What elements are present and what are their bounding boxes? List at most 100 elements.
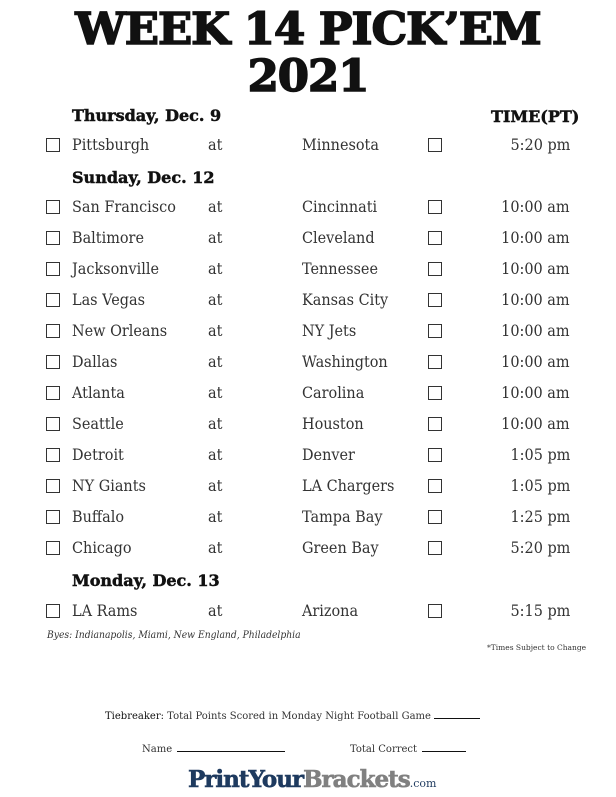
logo-part-printyour: PrintYour	[188, 766, 305, 794]
away-pick-checkbox[interactable]	[46, 604, 60, 618]
away-team: Pittsburgh	[72, 136, 150, 154]
home-team: Denver	[302, 446, 355, 464]
home-pick-checkbox[interactable]	[428, 541, 442, 555]
away-pick-checkbox[interactable]	[46, 386, 60, 400]
at-label: at	[208, 198, 223, 216]
game-row: Jacksonville at Tennessee 10:00 am	[0, 259, 616, 281]
home-pick-checkbox[interactable]	[428, 510, 442, 524]
tiebreaker-text: Total Points Scored in Monday Night Foot…	[167, 711, 431, 722]
at-label: at	[208, 539, 223, 557]
away-pick-checkbox[interactable]	[46, 479, 60, 493]
away-team: Chicago	[72, 539, 132, 557]
home-team: NY Jets	[302, 322, 357, 340]
away-pick-checkbox[interactable]	[46, 262, 60, 276]
game-row: Detroit at Denver 1:05 pm	[0, 445, 616, 467]
total-correct-label: Total Correct	[350, 744, 418, 755]
at-label: at	[208, 508, 223, 526]
game-row: San Francisco at Cincinnati 10:00 am	[0, 197, 616, 219]
game-time: 10:00 am	[501, 415, 570, 433]
at-label: at	[208, 322, 223, 340]
site-logo[interactable]: PrintYourBrackets.com	[188, 766, 437, 794]
home-team: Arizona	[302, 602, 359, 620]
home-pick-checkbox[interactable]	[428, 231, 442, 245]
game-time: 10:00 am	[501, 229, 570, 247]
away-team: Jacksonville	[72, 260, 160, 278]
game-row: Pittsburgh at Minnesota 5:20 pm	[0, 135, 616, 157]
home-pick-checkbox[interactable]	[428, 262, 442, 276]
game-row: NY Giants at LA Chargers 1:05 pm	[0, 476, 616, 498]
game-row: Chicago at Green Bay 5:20 pm	[0, 538, 616, 560]
away-pick-checkbox[interactable]	[46, 138, 60, 152]
home-pick-checkbox[interactable]	[428, 324, 442, 338]
away-pick-checkbox[interactable]	[46, 231, 60, 245]
name-input[interactable]	[177, 741, 286, 752]
game-time: 10:00 am	[501, 353, 570, 371]
tiebreaker-label: Tiebreaker:	[105, 711, 164, 722]
away-pick-checkbox[interactable]	[46, 324, 60, 338]
game-time: 10:00 am	[501, 322, 570, 340]
page-title-line-1: WEEK 14 PICK’EM	[75, 4, 543, 55]
away-team: NY Giants	[72, 477, 146, 495]
tiebreaker-input[interactable]	[433, 708, 480, 719]
logo-part-com: .com	[409, 777, 437, 790]
home-pick-checkbox[interactable]	[428, 448, 442, 462]
away-team: Buffalo	[72, 508, 125, 526]
at-label: at	[208, 415, 223, 433]
home-team: Cincinnati	[302, 198, 378, 216]
home-team: LA Chargers	[302, 477, 395, 495]
away-pick-checkbox[interactable]	[46, 448, 60, 462]
away-team: Dallas	[72, 353, 118, 371]
name-label: Name	[142, 744, 173, 755]
home-team: Kansas City	[302, 291, 389, 309]
at-label: at	[208, 477, 223, 495]
game-time: 10:00 am	[501, 291, 570, 309]
home-pick-checkbox[interactable]	[428, 200, 442, 214]
times-subject-note: *Times Subject to Change	[487, 643, 587, 652]
home-pick-checkbox[interactable]	[428, 417, 442, 431]
game-time: 5:15 pm	[510, 602, 570, 620]
away-team: Detroit	[72, 446, 124, 464]
away-team: Atlanta	[72, 384, 125, 402]
game-time: 10:00 am	[501, 384, 570, 402]
home-pick-checkbox[interactable]	[428, 293, 442, 307]
game-row: New Orleans at NY Jets 10:00 am	[0, 321, 616, 343]
away-pick-checkbox[interactable]	[46, 510, 60, 524]
at-label: at	[208, 446, 223, 464]
game-row: Buffalo at Tampa Bay 1:25 pm	[0, 507, 616, 529]
home-team: Washington	[302, 353, 388, 371]
game-row: Baltimore at Cleveland 10:00 am	[0, 228, 616, 250]
away-pick-checkbox[interactable]	[46, 417, 60, 431]
name-line: Name	[142, 741, 286, 755]
game-time: 1:05 pm	[510, 477, 570, 495]
home-team: Tampa Bay	[302, 508, 383, 526]
game-row: LA Rams at Arizona 5:15 pm	[0, 601, 616, 623]
game-row: Las Vegas at Kansas City 10:00 am	[0, 290, 616, 312]
game-row: Atlanta at Carolina 10:00 am	[0, 383, 616, 405]
at-label: at	[208, 229, 223, 247]
game-time: 1:25 pm	[510, 508, 570, 526]
day-header: Monday, Dec. 13	[72, 571, 220, 591]
game-time: 5:20 pm	[510, 136, 570, 154]
home-pick-checkbox[interactable]	[428, 355, 442, 369]
home-pick-checkbox[interactable]	[428, 138, 442, 152]
time-column-header: TIME(PT)	[491, 107, 580, 127]
away-team: New Orleans	[72, 322, 168, 340]
away-team: Las Vegas	[72, 291, 145, 309]
home-pick-checkbox[interactable]	[428, 604, 442, 618]
home-team: Green Bay	[302, 539, 379, 557]
byes-text: Byes: Indianapolis, Miami, New England, …	[47, 630, 301, 641]
away-pick-checkbox[interactable]	[46, 293, 60, 307]
away-pick-checkbox[interactable]	[46, 355, 60, 369]
away-pick-checkbox[interactable]	[46, 541, 60, 555]
home-pick-checkbox[interactable]	[428, 386, 442, 400]
game-row: Dallas at Washington 10:00 am	[0, 352, 616, 374]
home-pick-checkbox[interactable]	[428, 479, 442, 493]
at-label: at	[208, 136, 223, 154]
page-title-line-2: 2021	[247, 51, 370, 102]
logo-part-brackets: Brackets	[303, 766, 411, 794]
game-time: 10:00 am	[501, 260, 570, 278]
at-label: at	[208, 353, 223, 371]
total-correct-input[interactable]	[422, 741, 467, 752]
away-team: LA Rams	[72, 602, 138, 620]
away-pick-checkbox[interactable]	[46, 200, 60, 214]
